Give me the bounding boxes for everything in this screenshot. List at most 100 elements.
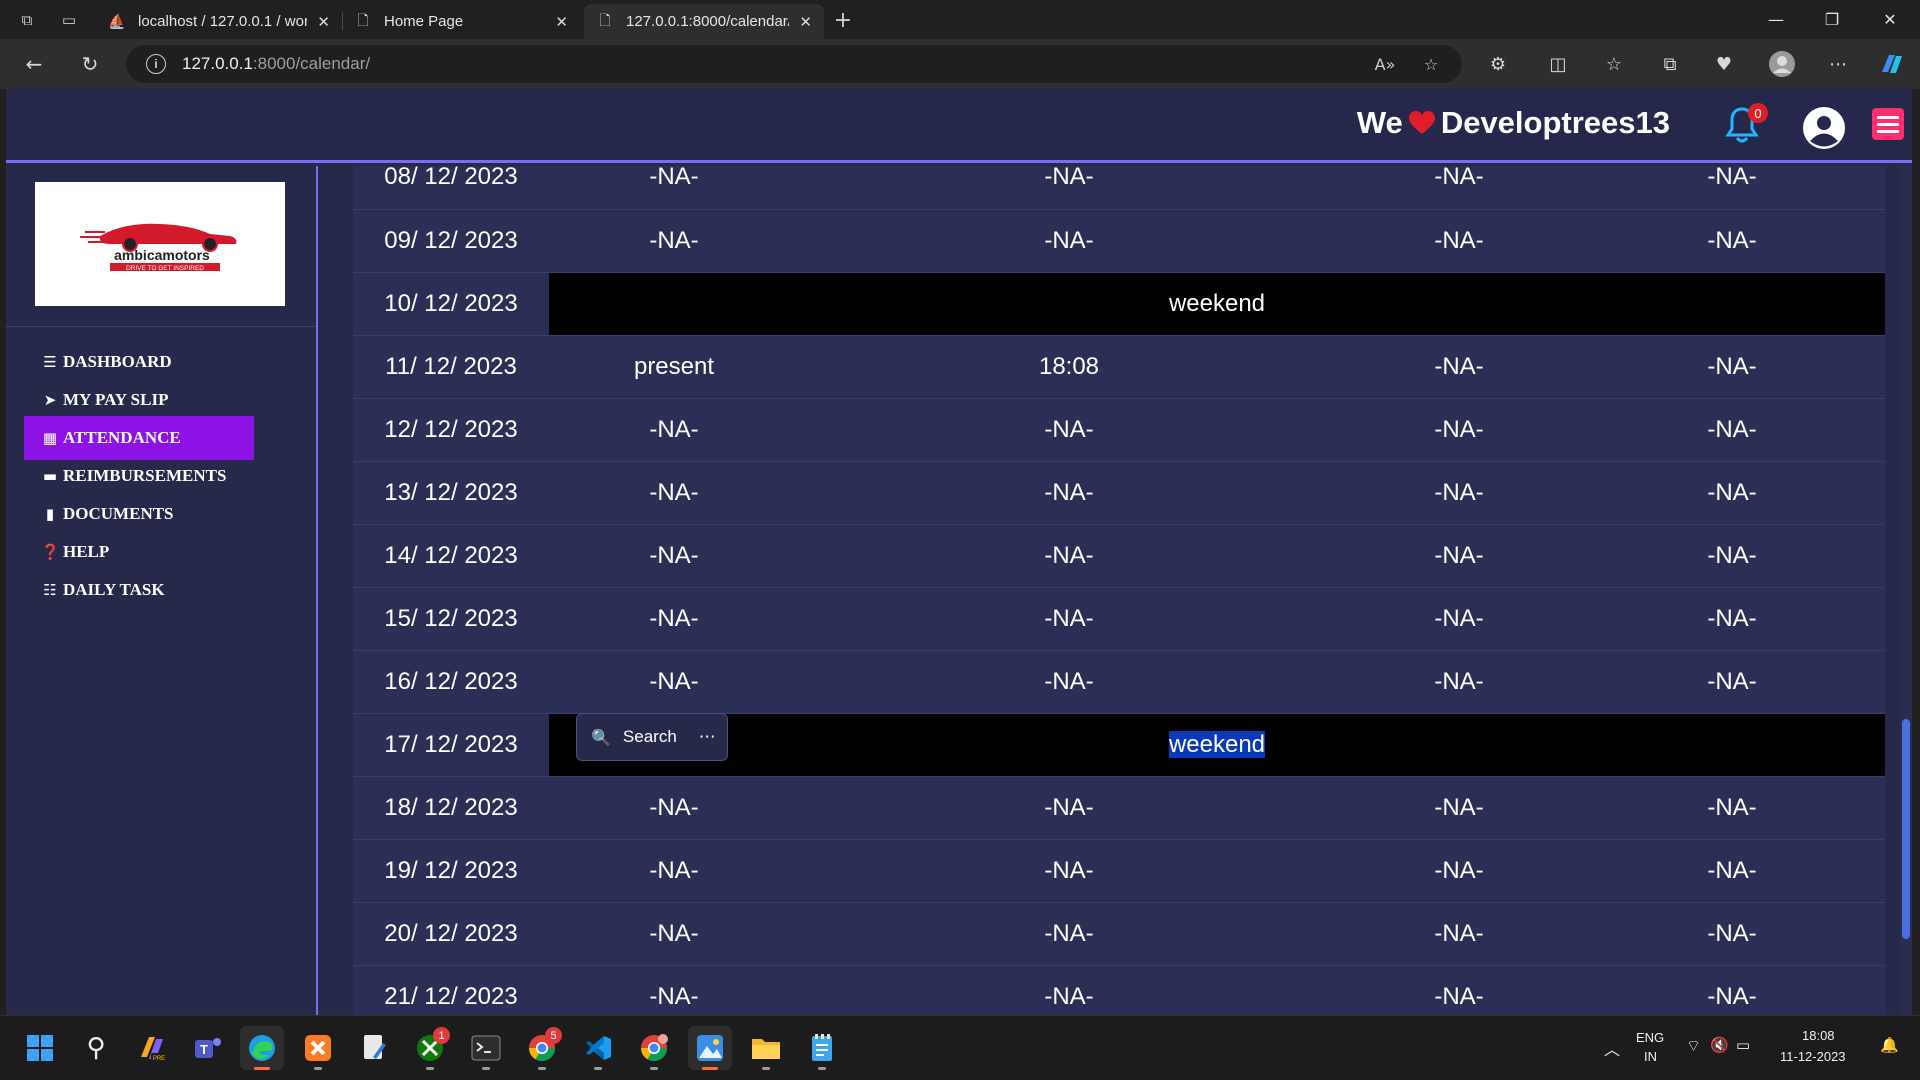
- read-aloud-icon[interactable]: A»: [1370, 51, 1400, 77]
- clock-time[interactable]: 18:08: [1802, 1028, 1835, 1043]
- tab-title: localhost / 127.0.0.1 / worktride: [138, 13, 308, 30]
- close-window-button[interactable]: ✕: [1862, 0, 1918, 39]
- calendar-icon: ▦: [42, 429, 58, 447]
- xampp-icon: [305, 1035, 331, 1061]
- favorites-icon[interactable]: ☆: [1596, 48, 1632, 80]
- taskbar-app-xbox[interactable]: 1: [408, 1026, 452, 1070]
- weekend-cell: weekend: [549, 713, 1885, 777]
- attendance-extra-cell: -NA-: [1579, 839, 1885, 903]
- attendance-status-cell: -NA-: [549, 776, 799, 840]
- clock-date[interactable]: 11-12-2023: [1780, 1049, 1846, 1064]
- start-button[interactable]: [18, 1026, 62, 1070]
- attendance-date-cell: 19/ 12/ 2023: [353, 839, 549, 903]
- attendance-time-out-cell: -NA-: [1339, 965, 1579, 1015]
- taskbar-app-file-explorer[interactable]: [744, 1026, 788, 1070]
- taskbar-app-copilot-pre[interactable]: PRE: [130, 1026, 174, 1070]
- workspaces-icon[interactable]: ⧉: [10, 6, 44, 34]
- tab-phpmyadmin[interactable]: ⛵ localhost / 127.0.0.1 / worktride ✕: [96, 4, 342, 39]
- attendance-time-out-cell: -NA-: [1339, 776, 1579, 840]
- attendance-row: 08/ 12/ 2023 -NA- -NA- -NA- -NA-: [353, 166, 1885, 210]
- copilot-icon[interactable]: [1874, 48, 1910, 80]
- attendance-row: 09/ 12/ 2023 -NA- -NA- -NA- -NA-: [353, 209, 1885, 273]
- attendance-extra-cell: -NA-: [1579, 209, 1885, 273]
- sidebar-divider: [6, 326, 316, 327]
- running-indicator: [650, 1067, 658, 1070]
- url-input[interactable]: i 127.0.0.1:8000/calendar/ A» ☆: [126, 45, 1462, 83]
- show-hidden-icons-chevron-icon[interactable]: ︿: [1604, 1036, 1620, 1060]
- extensions-icon[interactable]: ⚙: [1480, 48, 1516, 80]
- favorite-star-icon[interactable]: ☆: [1416, 51, 1446, 77]
- taskbar-app-notepad[interactable]: [800, 1026, 844, 1070]
- running-indicator: [314, 1067, 322, 1070]
- close-icon[interactable]: ✕: [555, 13, 568, 31]
- taskbar-app-xampp[interactable]: [296, 1026, 340, 1070]
- attendance-time-in-cell: -NA-: [799, 839, 1339, 903]
- notification-badge: 5: [545, 1027, 562, 1044]
- menu-line: [1877, 122, 1899, 126]
- more-options-icon[interactable]: ⋯: [699, 727, 717, 747]
- refresh-icon[interactable]: ↻: [72, 48, 108, 80]
- attendance-date-cell: 20/ 12/ 2023: [353, 902, 549, 966]
- attendance-time-out-cell: -NA-: [1339, 650, 1579, 714]
- taskbar-app-terminal[interactable]: [464, 1026, 508, 1070]
- attendance-extra-cell: -NA-: [1579, 650, 1885, 714]
- browser-address-bar: ← ↻ i 127.0.0.1:8000/calendar/ A» ☆ ⚙ ◫ …: [0, 39, 1920, 89]
- brand-name: Developtrees13: [1440, 105, 1670, 140]
- windows-start-icon: [27, 1035, 53, 1061]
- close-icon[interactable]: ✕: [799, 13, 812, 31]
- user-account-icon[interactable]: [1802, 106, 1846, 150]
- running-indicator: [818, 1067, 826, 1070]
- selection-search-popup[interactable]: 🔍 Search ⋯: [576, 713, 728, 761]
- svg-text:T: T: [200, 1042, 208, 1057]
- notification-bell-icon[interactable]: 🔔: [1880, 1036, 1899, 1054]
- taskbar-app-vscode[interactable]: [576, 1026, 620, 1070]
- sidebar-item-daily-task[interactable]: ☷ DAILY TASK: [24, 568, 254, 612]
- close-icon[interactable]: ✕: [317, 13, 330, 31]
- collections-icon[interactable]: ⧉: [1652, 48, 1688, 80]
- new-tab-button[interactable]: +: [826, 6, 860, 34]
- taskbar-app-chrome-profile[interactable]: [632, 1026, 676, 1070]
- attendance-date-cell: 09/ 12/ 2023: [353, 209, 549, 273]
- restore-button[interactable]: ❐: [1804, 0, 1860, 39]
- tab-home-page[interactable]: 🗋 Home Page ✕: [342, 4, 580, 39]
- taskbar-search-button[interactable]: ⚲: [74, 1026, 118, 1070]
- attendance-status-cell: -NA-: [549, 209, 799, 273]
- info-icon[interactable]: i: [146, 54, 166, 74]
- brand-title: We Developtrees13: [1357, 105, 1670, 141]
- battery-icon[interactable]: ▭: [1736, 1036, 1750, 1054]
- taskbar-app-document-pen[interactable]: [352, 1026, 396, 1070]
- folder-icon: [752, 1039, 780, 1059]
- browser-essentials-icon[interactable]: ♥: [1706, 48, 1742, 80]
- taskbar-app-teams[interactable]: T: [186, 1026, 230, 1070]
- attendance-extra-cell: -NA-: [1579, 166, 1885, 210]
- taskbar-app-edge[interactable]: [240, 1026, 284, 1070]
- url-path: :8000/calendar/: [252, 54, 371, 73]
- profile-avatar-icon[interactable]: [1764, 48, 1800, 80]
- attendance-time-out-cell: -NA-: [1339, 209, 1579, 273]
- hamburger-menu-button[interactable]: [1872, 108, 1904, 140]
- attendance-status-cell: -NA-: [549, 902, 799, 966]
- scrollbar-thumb[interactable]: [1902, 719, 1910, 939]
- split-screen-icon[interactable]: ◫: [1540, 48, 1576, 80]
- wifi-icon[interactable]: ⌔: [1686, 1036, 1701, 1056]
- page-icon: 🗋: [599, 12, 611, 29]
- language-indicator-bottom[interactable]: IN: [1644, 1049, 1657, 1064]
- notifications-bell[interactable]: 0: [1724, 103, 1768, 149]
- attendance-date-cell: 15/ 12/ 2023: [353, 587, 549, 651]
- minimize-button[interactable]: —: [1748, 0, 1804, 39]
- language-indicator-top[interactable]: ENG: [1636, 1030, 1664, 1045]
- speaker-muted-icon[interactable]: 🔇: [1710, 1036, 1729, 1054]
- more-options-icon[interactable]: ⋯: [1820, 48, 1856, 80]
- attendance-date-cell: 18/ 12/ 2023: [353, 776, 549, 840]
- taskbar-app-photos[interactable]: [688, 1026, 732, 1070]
- sidebar-item-label: MY PAY SLIP: [63, 390, 169, 409]
- attendance-time-in-cell: -NA-: [799, 398, 1339, 462]
- tab-calendar[interactable]: 🗋 127.0.0.1:8000/calendar/ ✕: [584, 4, 824, 39]
- tab-actions-icon[interactable]: ▭: [52, 6, 86, 34]
- search-label: Search: [622, 727, 677, 746]
- back-arrow-icon[interactable]: ←: [16, 48, 52, 80]
- menu-line: [1877, 129, 1899, 133]
- attendance-date-cell: 10/ 12/ 2023: [353, 272, 549, 336]
- attendance-time-in-cell: -NA-: [799, 209, 1339, 273]
- taskbar-app-chrome[interactable]: 5: [520, 1026, 564, 1070]
